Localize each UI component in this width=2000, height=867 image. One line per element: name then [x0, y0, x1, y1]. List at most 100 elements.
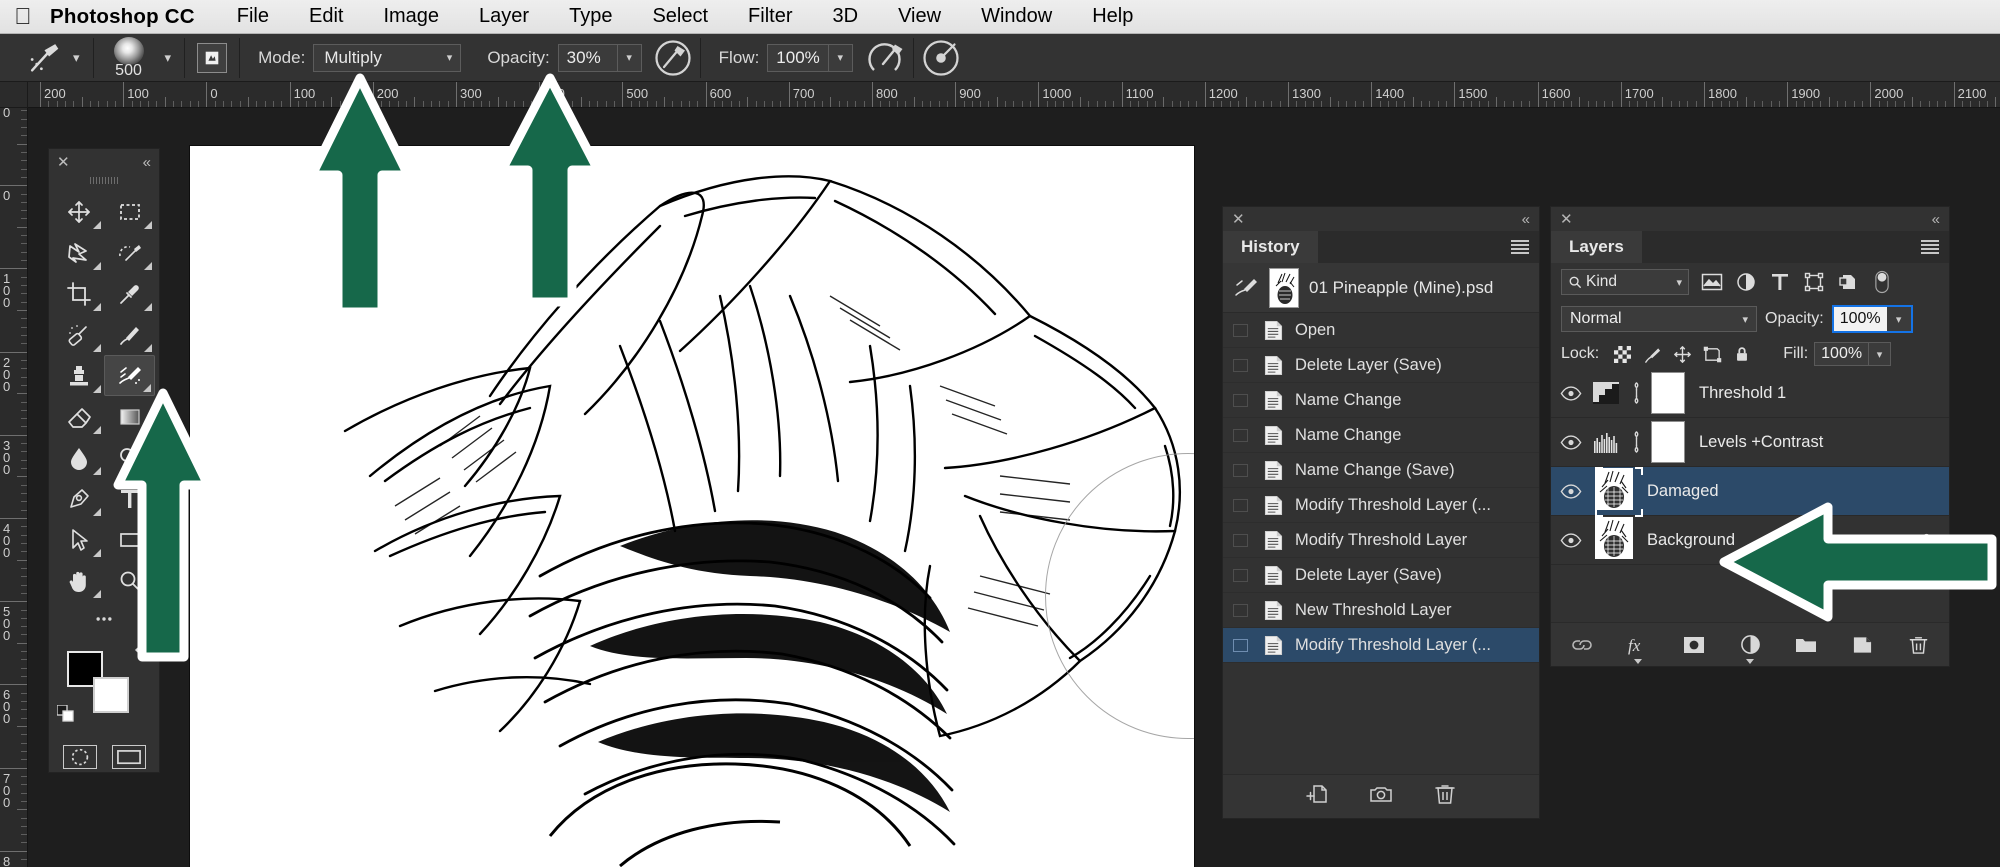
edit-toolbar-button[interactable]: [53, 601, 155, 637]
ruler-corner[interactable]: [0, 82, 28, 108]
delete-state-button[interactable]: [1433, 782, 1457, 811]
spot-healing-brush-tool[interactable]: [53, 314, 104, 355]
pixel-layer-filter-icon[interactable]: [1701, 271, 1723, 293]
new-group-button[interactable]: [1791, 631, 1821, 659]
dodge-tool[interactable]: [104, 437, 155, 478]
menu-view[interactable]: View: [878, 5, 961, 28]
lock-artboard-icon[interactable]: [1697, 341, 1727, 367]
brush-preset-chevron-icon[interactable]: ▾: [158, 51, 179, 64]
history-snapshot-toggle[interactable]: [1223, 533, 1257, 547]
new-layer-button[interactable]: [1847, 631, 1877, 659]
menu-window[interactable]: Window: [961, 5, 1072, 28]
smoothing-icon[interactable]: [865, 39, 907, 77]
history-list[interactable]: Open Delete Layer (Save) Name Change Nam…: [1223, 313, 1539, 781]
quick-mask-icon[interactable]: [62, 745, 97, 769]
background-color-swatch[interactable]: [93, 677, 129, 713]
create-document-from-state-button[interactable]: [1305, 782, 1329, 811]
history-item[interactable]: Name Change: [1223, 418, 1539, 453]
layer-thumbnail-wrap[interactable]: [1595, 516, 1633, 564]
move-tool[interactable]: [53, 191, 104, 232]
type-tool[interactable]: [104, 478, 155, 519]
blur-tool[interactable]: [53, 437, 104, 478]
menu-type[interactable]: Type: [549, 5, 632, 28]
history-snapshot-toggle[interactable]: [1223, 323, 1257, 337]
opacity-chevron-icon[interactable]: ▾: [1886, 307, 1911, 331]
brush-settings-panel-icon[interactable]: [197, 42, 228, 73]
history-item[interactable]: Modify Threshold Layer (...: [1223, 488, 1539, 523]
delete-layer-button[interactable]: [1903, 631, 1933, 659]
panel-menu-icon[interactable]: [1921, 240, 1939, 254]
menu-edit[interactable]: Edit: [289, 5, 363, 28]
default-colors-icon[interactable]: [56, 704, 75, 723]
history-snapshot-toggle[interactable]: [1223, 358, 1257, 372]
layer-visibility-toggle[interactable]: [1551, 532, 1591, 548]
history-snapshot-toggle[interactable]: [1223, 638, 1257, 652]
lock-transparent-pixels-icon[interactable]: [1607, 341, 1637, 367]
layer-visibility-toggle[interactable]: [1551, 434, 1591, 450]
close-icon[interactable]: ✕: [57, 153, 70, 171]
rectangular-marquee-tool[interactable]: [104, 191, 155, 232]
brush-preview[interactable]: 500: [100, 36, 158, 80]
eyedropper-tool[interactable]: [104, 273, 155, 314]
new-adjustment-layer-button[interactable]: [1735, 631, 1765, 664]
flow-chevron-icon[interactable]: ▾: [828, 43, 853, 72]
canvas-document[interactable]: [190, 146, 1194, 867]
history-source-row[interactable]: 01 Pineapple (Mine).psd: [1223, 263, 1539, 313]
layer-visibility-toggle[interactable]: [1551, 385, 1591, 401]
double-chevron-left-icon[interactable]: «: [143, 154, 151, 171]
history-snapshot-toggle[interactable]: [1223, 498, 1257, 512]
adjustment-layer-filter-icon[interactable]: [1735, 271, 1757, 293]
brush-tool[interactable]: [104, 314, 155, 355]
type-layer-filter-icon[interactable]: [1769, 271, 1791, 293]
add-layer-mask-button[interactable]: [1679, 631, 1709, 659]
history-item[interactable]: Modify Threshold Layer (...: [1223, 628, 1539, 663]
tablet-pressure-icon[interactable]: [920, 39, 962, 77]
lock-image-pixels-icon[interactable]: [1637, 341, 1667, 367]
history-item[interactable]: Modify Threshold Layer: [1223, 523, 1539, 558]
opacity-chevron-icon[interactable]: ▾: [617, 43, 642, 72]
clone-stamp-tool[interactable]: [53, 355, 104, 396]
history-snapshot-toggle[interactable]: [1223, 568, 1257, 582]
menu-filter[interactable]: Filter: [728, 5, 812, 28]
layer-mask-link-icon[interactable]: [1625, 382, 1647, 404]
double-chevron-left-icon[interactable]: «: [1932, 211, 1940, 228]
apple-logo-icon[interactable]: : [0, 3, 46, 30]
menu-image[interactable]: Image: [363, 5, 459, 28]
history-snapshot-toggle[interactable]: [1223, 393, 1257, 407]
pen-tool[interactable]: [53, 478, 104, 519]
vertical-ruler[interactable]: 00100200300400500600700800900: [0, 108, 28, 867]
tools-panel-grip[interactable]: [49, 175, 159, 185]
layer-row[interactable]: Levels +Contrast: [1551, 418, 1949, 467]
zoom-tool[interactable]: [104, 560, 155, 601]
layer-mask-thumbnail[interactable]: [1651, 421, 1685, 463]
history-snapshot-toggle[interactable]: [1223, 428, 1257, 442]
layer-visibility-toggle[interactable]: [1551, 483, 1591, 499]
opacity-input[interactable]: 100%: [1833, 307, 1887, 331]
blend-mode-dropdown[interactable]: Multiply ▾: [313, 43, 462, 72]
swap-colors-icon[interactable]: [133, 645, 149, 661]
horizontal-ruler[interactable]: 200 100 0 100 200 300 400 500 600 700 800 900 1000 11…: [28, 82, 2000, 108]
smart-object-filter-icon[interactable]: [1837, 271, 1859, 293]
screen-mode-icon[interactable]: [111, 745, 146, 769]
filter-kind-dropdown[interactable]: Kind ▾: [1561, 269, 1689, 295]
hand-tool[interactable]: [53, 560, 104, 601]
create-new-snapshot-button[interactable]: [1369, 782, 1393, 811]
history-brush-tool[interactable]: [104, 355, 155, 396]
layers-list[interactable]: Threshold 1 Levels +Contrast Damaged Bac…: [1551, 369, 1949, 565]
menu-help[interactable]: Help: [1072, 5, 1153, 28]
menu-layer[interactable]: Layer: [459, 5, 549, 28]
layer-row[interactable]: Damaged: [1551, 466, 1949, 517]
panel-menu-icon[interactable]: [1511, 240, 1529, 254]
fill-chevron-icon[interactable]: ▾: [1869, 342, 1892, 366]
history-item[interactable]: Name Change (Save): [1223, 453, 1539, 488]
history-item[interactable]: Delete Layer (Save): [1223, 348, 1539, 383]
opacity-input[interactable]: 30%: [557, 43, 618, 72]
path-selection-tool[interactable]: [53, 519, 104, 560]
tab-history[interactable]: History: [1223, 231, 1318, 263]
layer-mask-link-icon[interactable]: [1625, 431, 1647, 453]
flow-input[interactable]: 100%: [767, 43, 829, 72]
layer-mask-thumbnail[interactable]: [1651, 372, 1685, 414]
history-snapshot-toggle[interactable]: [1223, 603, 1257, 617]
layer-style-button[interactable]: fx: [1623, 631, 1653, 664]
eraser-tool[interactable]: [53, 396, 104, 437]
